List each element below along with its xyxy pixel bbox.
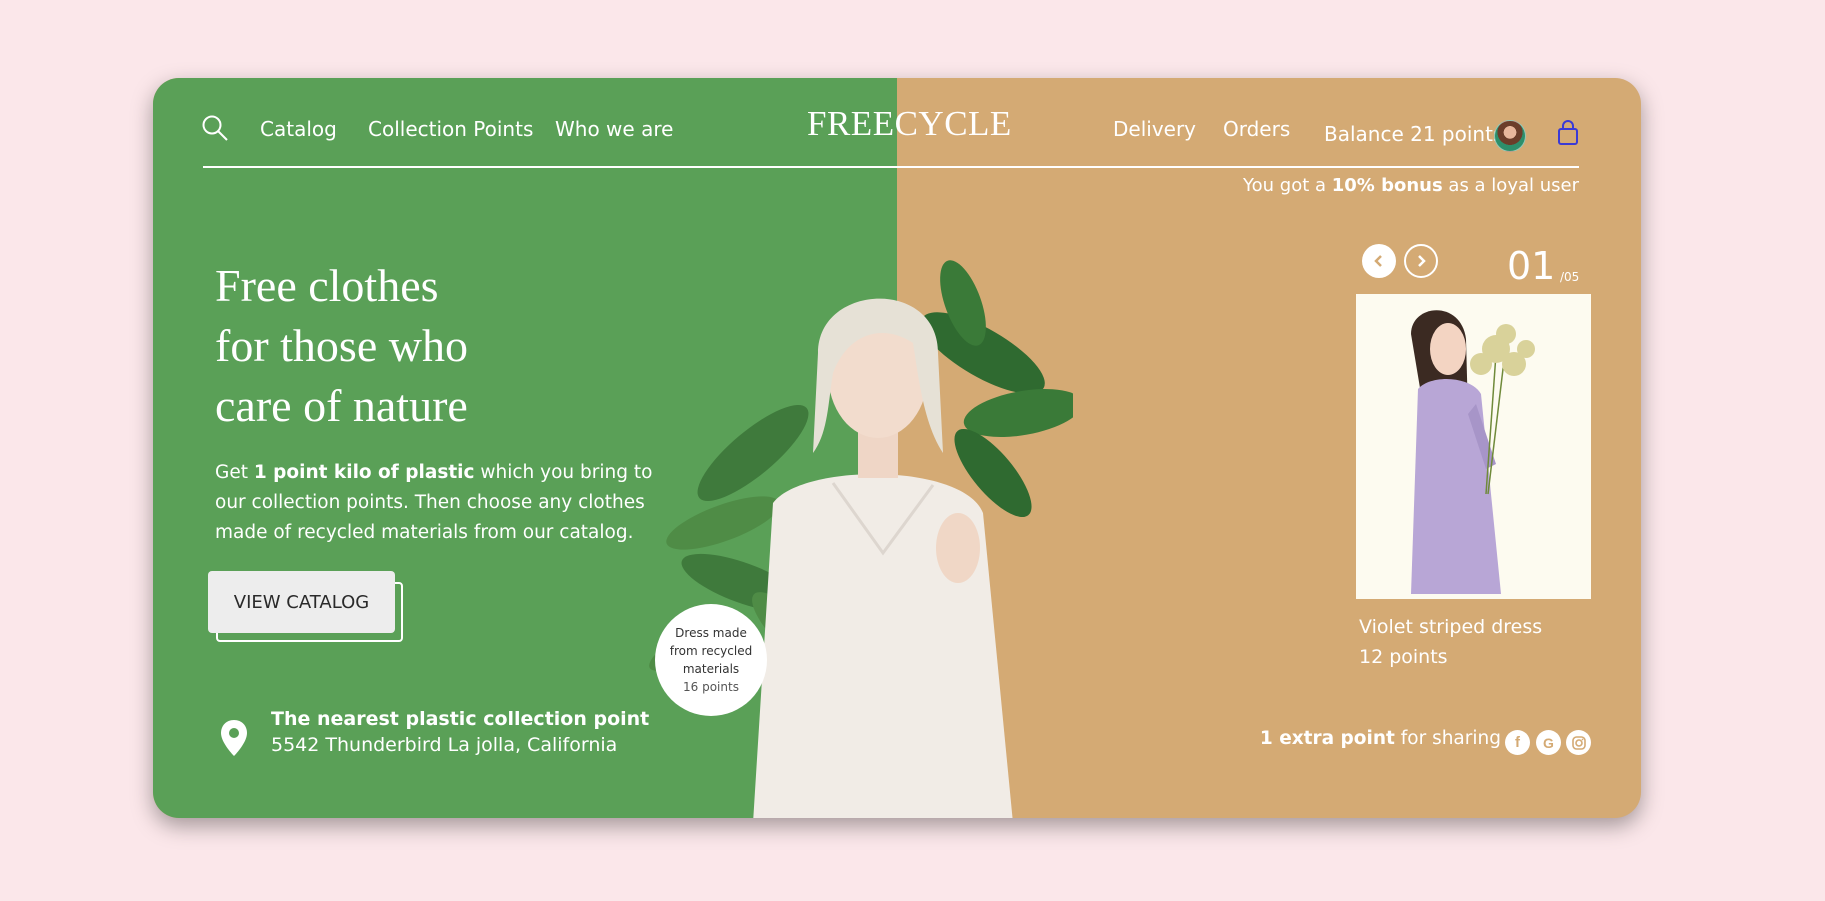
view-catalog-button[interactable]: VIEW CATALOG [208, 571, 395, 633]
carousel-total: /05 [1560, 270, 1580, 284]
nav-link-who-we-are[interactable]: Who we are [555, 117, 673, 141]
loyalty-bonus-text: You got a 10% bonus as a loyal user [1243, 175, 1579, 196]
facebook-icon[interactable]: f [1505, 730, 1530, 755]
balance-text: Balance 21 points [1324, 122, 1504, 146]
nav-link-collection-points[interactable]: Collection Points [368, 117, 533, 141]
product-badge[interactable]: Dress made from recycled materials 16 po… [655, 604, 767, 716]
product-points: 12 points [1359, 646, 1448, 668]
sharing-bonus-text: 1 extra point for sharing [1259, 728, 1501, 749]
shopping-bag-icon[interactable] [1557, 120, 1579, 146]
hero-model-image [649, 260, 1073, 818]
location-pin-icon [221, 720, 247, 756]
carousel-counter: 01 [1507, 244, 1556, 288]
hero-card: Catalog Collection Points Who we are FRE… [153, 78, 1641, 818]
hero-description: Get 1 point kilo of plastic which you br… [215, 462, 653, 543]
nearest-point-address: 5542 Thunderbird La jolla, California [271, 734, 618, 756]
carousel-prev-button[interactable] [1362, 244, 1396, 278]
search-icon[interactable] [201, 114, 229, 142]
product-name[interactable]: Violet striped dress [1359, 616, 1542, 638]
instagram-icon[interactable] [1566, 730, 1591, 755]
carousel-next-button[interactable] [1404, 244, 1438, 278]
google-icon[interactable]: G [1536, 730, 1561, 755]
nav-link-orders[interactable]: Orders [1223, 117, 1290, 141]
avatar[interactable] [1494, 120, 1526, 152]
product-image[interactable] [1356, 294, 1591, 599]
nav-link-catalog[interactable]: Catalog [260, 117, 337, 141]
nearest-point-title: The nearest plastic collection point [271, 708, 650, 730]
nav-link-delivery[interactable]: Delivery [1113, 117, 1196, 141]
logo[interactable]: FREECYCLE [807, 104, 1011, 144]
product-model-image [1411, 310, 1535, 594]
chevron-left-icon [1374, 255, 1382, 267]
hero-headline: Free clothes for those who care of natur… [215, 260, 468, 431]
nav-divider [203, 166, 1579, 168]
chevron-right-icon [1418, 255, 1426, 267]
